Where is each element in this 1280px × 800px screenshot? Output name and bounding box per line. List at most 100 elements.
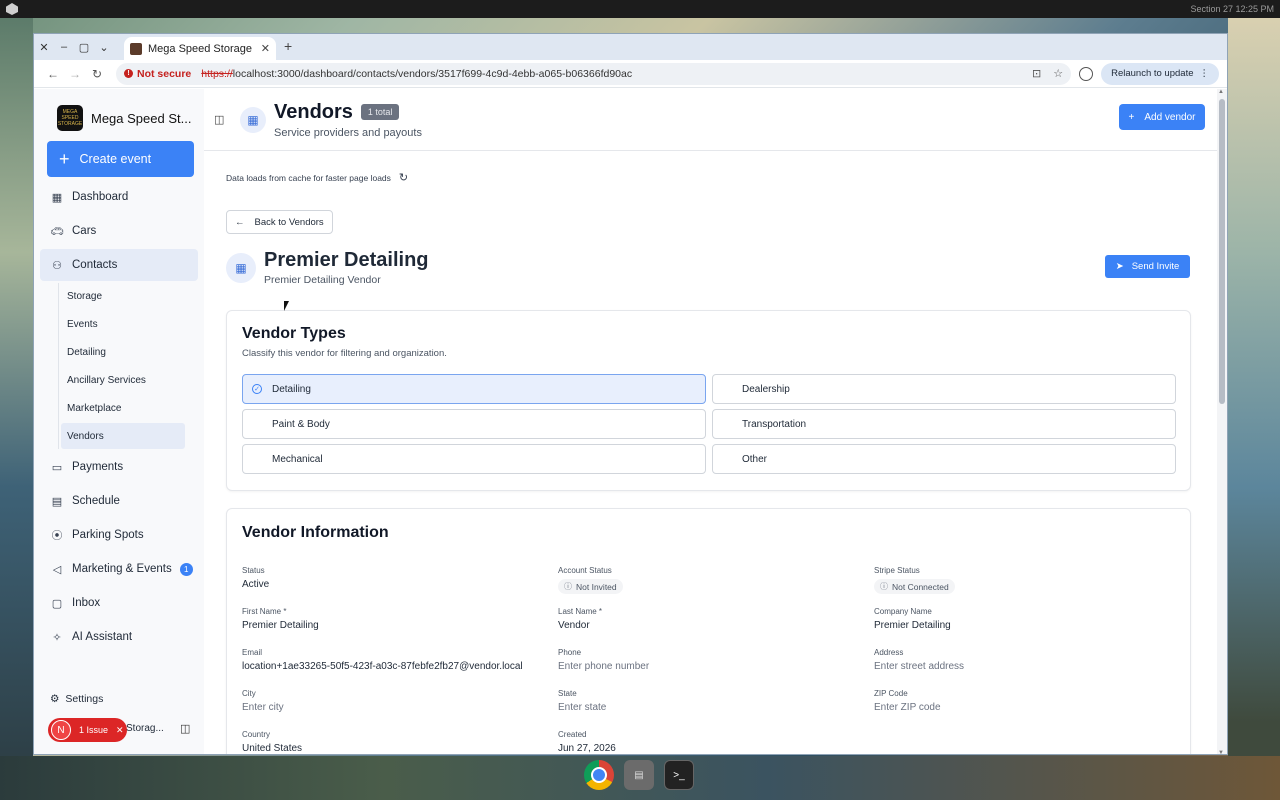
security-indicator[interactable]: ! Not secure — [124, 68, 191, 80]
created-field: Created Jun 27, 2026 — [558, 730, 616, 754]
vendor-info-grid: Status Active Account Status ⓘ Not Invit… — [242, 566, 1182, 754]
phone-field[interactable]: Phone Enter phone number — [558, 648, 874, 675]
first-name-field[interactable]: First Name * Premier Detailing — [242, 607, 558, 634]
window-maximize-icon[interactable]: ▢ — [74, 34, 94, 60]
os-logo-icon[interactable] — [6, 3, 18, 15]
state-field[interactable]: State Enter state — [558, 689, 874, 716]
terminal-icon[interactable]: >_ — [664, 760, 694, 790]
sidebar-subitem-marketplace[interactable]: Marketplace — [61, 395, 185, 421]
grid-icon: ▦ — [51, 191, 63, 204]
plus-icon: + — [1128, 111, 1135, 123]
sidebar-subitem-ancillary[interactable]: Ancillary Services — [61, 367, 185, 393]
sidebar-item-cars[interactable]: 🚗︎ Cars — [40, 215, 198, 247]
car-icon: 🚗︎ — [50, 225, 64, 238]
building-icon: ▦ — [226, 252, 256, 283]
profile-icon[interactable] — [1079, 66, 1094, 81]
create-event-button[interactable]: + Create event — [47, 141, 194, 177]
zip-field[interactable]: ZIP Code Enter ZIP code — [874, 689, 1174, 716]
last-name-field[interactable]: Last Name * Vendor — [558, 607, 874, 634]
sidebar-item-marketing[interactable]: ◁ Marketing & Events 1 — [40, 553, 198, 585]
sidebar-collapse-icon[interactable]: ◫ — [180, 722, 190, 735]
sidebar-item-contacts[interactable]: ⚇ Contacts — [40, 249, 198, 281]
send-invite-button[interactable]: ➤ Send Invite — [1105, 255, 1190, 278]
tab-close-icon[interactable]: ✕ — [261, 42, 270, 55]
sidebar-subitem-events[interactable]: Events — [61, 311, 185, 337]
vendor-type-transportation[interactable]: Transportation — [712, 409, 1176, 439]
install-app-icon[interactable]: ⊡ — [1032, 67, 1041, 80]
arrow-left-icon: ← — [235, 216, 245, 228]
scroll-up-icon[interactable]: ▲ — [1218, 89, 1224, 95]
vendor-subtitle: Premier Detailing Vendor — [264, 274, 381, 286]
sidebar-item-parking-spots[interactable]: ⦿ Parking Spots — [40, 519, 198, 551]
url-omnibox[interactable]: ! Not secure https:// localhost:3000/das… — [116, 62, 1072, 85]
status-value: Active — [242, 579, 270, 590]
os-clock: Section 27 12:25 PM — [1190, 4, 1274, 14]
browser-tab[interactable]: Mega Speed Storage ✕ — [124, 37, 276, 60]
city-field[interactable]: City Enter city — [242, 689, 558, 716]
info-circle-icon: ⓘ — [880, 582, 888, 591]
stripe-status-badge: ⓘ Not Connected — [874, 579, 955, 594]
close-issue-icon[interactable]: ✕ — [116, 725, 124, 736]
calendar-icon: ▤ — [51, 495, 63, 508]
chrome-app-icon[interactable] — [584, 760, 614, 790]
cache-note: Data loads from cache for faster page lo… — [226, 171, 409, 184]
back-to-vendors-button[interactable]: ← Back to Vendors — [226, 210, 333, 234]
sidebar-subitem-detailing[interactable]: Detailing — [61, 339, 185, 365]
vendor-type-dealership[interactable]: Dealership — [712, 374, 1176, 404]
page-scrollbar[interactable]: ▲ ▼ — [1217, 89, 1227, 754]
relaunch-button[interactable]: Relaunch to update ⋮ — [1101, 62, 1219, 85]
footer-workspace-name[interactable]: Storag... — [126, 723, 164, 734]
users-icon: ⚇ — [52, 259, 62, 272]
email-field[interactable]: Email location+1ae33265-50f5-423f-a03c-8… — [242, 648, 558, 675]
sidebar-subitem-vendors[interactable]: Vendors — [61, 423, 185, 449]
issues-indicator[interactable]: N 1 Issue ✕ — [48, 718, 127, 742]
vendor-type-other[interactable]: Other — [712, 444, 1176, 474]
window-minimize-icon[interactable]: – — [54, 34, 74, 60]
tab-title: Mega Speed Storage — [148, 42, 252, 55]
address-field[interactable]: Address Enter street address — [874, 648, 1174, 675]
new-tab-icon[interactable]: + — [284, 38, 292, 54]
company-name-field[interactable]: Company Name Premier Detailing — [874, 607, 1174, 634]
sidebar-item-settings[interactable]: ⚙ Settings — [50, 693, 103, 705]
main-content: ◫ ▦ Vendors 1 total Service providers an… — [204, 89, 1227, 754]
vendor-types-title: Vendor Types — [242, 325, 346, 342]
vendor-name: Premier Detailing — [264, 249, 429, 271]
back-arrow-icon[interactable]: ← — [42, 67, 64, 81]
vendor-count-badge: 1 total — [360, 104, 400, 120]
app-launcher-icon[interactable]: ▤ — [624, 760, 654, 790]
vendor-type-mechanical[interactable]: Mechanical — [242, 444, 706, 474]
brand-logo: MEGA SPEED STORAGE — [57, 105, 83, 131]
issue-count-label: 1 Issue — [79, 725, 109, 735]
vendor-types-description: Classify this vendor for filtering and o… — [242, 348, 447, 359]
tab-bar: ✕ – ▢ ⌄ Mega Speed Storage ✕ + — [34, 34, 1227, 60]
url-scheme: https:// — [201, 67, 233, 80]
browser-window: ✕ – ▢ ⌄ Mega Speed Storage ✕ + ← → ↻ ! N… — [33, 33, 1228, 755]
tab-list-chevron-icon[interactable]: ⌄ — [94, 34, 114, 60]
forward-arrow-icon[interactable]: → — [64, 67, 86, 81]
sidebar-item-payments[interactable]: ▭ Payments — [40, 451, 198, 483]
scroll-thumb[interactable] — [1219, 99, 1225, 404]
window-close-icon[interactable]: ✕ — [34, 34, 54, 60]
sidebar-item-dashboard[interactable]: ▦ Dashboard — [40, 181, 198, 213]
vendor-type-detailing[interactable]: ✓ Detailing — [242, 374, 706, 404]
vendor-information-title: Vendor Information — [242, 524, 389, 541]
send-icon: ➤ — [1115, 261, 1124, 272]
sidebar-item-ai-assistant[interactable]: ✧ AI Assistant — [40, 621, 198, 653]
sidebar-item-schedule[interactable]: ▤ Schedule — [40, 485, 198, 517]
account-status-badge: ⓘ Not Invited — [558, 579, 623, 594]
panel-toggle-icon[interactable]: ◫ — [214, 113, 228, 126]
brand[interactable]: MEGA SPEED STORAGE Mega Speed St... — [40, 97, 198, 139]
scroll-down-icon[interactable]: ▼ — [1218, 750, 1224, 754]
page-header: ◫ ▦ Vendors 1 total Service providers an… — [204, 89, 1227, 151]
status-field[interactable]: Status Active — [242, 566, 558, 593]
gear-icon: ⚙ — [50, 693, 60, 705]
add-vendor-button[interactable]: + Add vendor — [1119, 104, 1205, 130]
contacts-submenu: Storage Events Detailing Ancillary Servi… — [58, 283, 198, 449]
sidebar-item-inbox[interactable]: ▢ Inbox — [40, 587, 198, 619]
sidebar-subitem-storage[interactable]: Storage — [61, 283, 185, 309]
vendor-type-paint-body[interactable]: Paint & Body — [242, 409, 706, 439]
refresh-icon[interactable]: ↻ — [399, 171, 408, 184]
bookmark-star-icon[interactable]: ☆ — [1053, 67, 1063, 80]
reload-icon[interactable]: ↻ — [86, 67, 108, 81]
country-field[interactable]: Country United States — [242, 730, 558, 754]
